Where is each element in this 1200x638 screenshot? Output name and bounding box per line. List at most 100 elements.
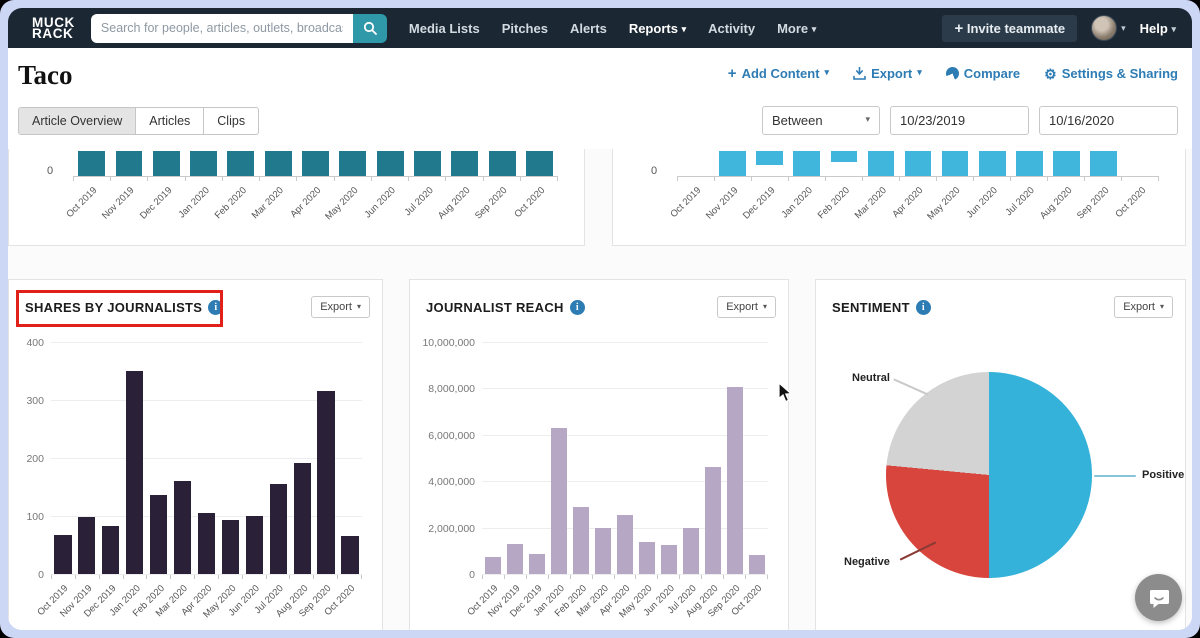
- nav-item-reports-label: Reports: [629, 21, 678, 36]
- card-export-label: Export: [726, 301, 758, 313]
- chevron-down-icon: ▾: [865, 114, 870, 125]
- chevron-down-icon: ▾: [1160, 302, 1164, 311]
- bar: [831, 151, 858, 162]
- chevron-down-icon: ▾: [1171, 24, 1176, 34]
- compare-label: Compare: [964, 66, 1020, 81]
- dashboard-content: 0 Oct 2019Nov 2019Dec 2019Jan 2020Feb 20…: [8, 149, 1192, 630]
- global-search: [91, 14, 387, 43]
- user-menu[interactable]: ▾: [1091, 15, 1126, 41]
- end-date-input[interactable]: [1039, 106, 1178, 135]
- x-axis-labels: Oct 2019Nov 2019Dec 2019Jan 2020Feb 2020…: [677, 181, 1159, 239]
- card-export-button[interactable]: Export▾: [1114, 296, 1173, 318]
- clipped-chart-card-left: 0 Oct 2019Nov 2019Dec 2019Jan 2020Feb 20…: [8, 149, 585, 246]
- y-axis-label: 0: [651, 165, 657, 177]
- bar: [265, 151, 292, 176]
- bar: [78, 517, 95, 574]
- bar: [302, 151, 329, 176]
- bar: [317, 391, 334, 574]
- bar: [942, 151, 969, 176]
- bar: [198, 513, 215, 574]
- settings-sharing-button[interactable]: ⚙ Settings & Sharing: [1044, 66, 1178, 81]
- search-input[interactable]: [91, 14, 353, 43]
- clipped-bar-chart-right: 0 Oct 2019Nov 2019Dec 2019Jan 2020Feb 20…: [613, 151, 1185, 239]
- bar: [414, 151, 441, 176]
- pie-chart-icon: [944, 65, 961, 82]
- bar: [683, 528, 699, 574]
- logo-line-2: RACK: [32, 28, 75, 39]
- y-axis-label: 6,000,000: [428, 430, 475, 442]
- card-export-button[interactable]: Export ▾: [717, 296, 776, 318]
- add-content-button[interactable]: + Add Content ▾: [728, 66, 829, 81]
- bar: [270, 484, 287, 574]
- nav-item-alerts[interactable]: Alerts: [570, 21, 607, 36]
- bar-group: [482, 342, 768, 574]
- bar: [617, 515, 633, 574]
- tab-article-overview[interactable]: Article Overview: [18, 107, 136, 135]
- bar: [793, 151, 820, 176]
- info-icon[interactable]: i: [916, 300, 931, 315]
- bar: [485, 557, 501, 574]
- bar: [78, 151, 105, 176]
- nav-right-group: + Invite teammate ▾ Help ▾: [942, 15, 1176, 42]
- tab-clips[interactable]: Clips: [204, 107, 259, 135]
- top-nav-bar: MUCK RACK Media Lists Pitches Alerts Rep…: [8, 8, 1192, 48]
- y-axis-label: 400: [26, 337, 44, 349]
- bar: [150, 495, 167, 574]
- main-chart-row: SHARES BY JOURNALISTS i Export▾ 40030020…: [8, 279, 1186, 630]
- sentiment-card: SENTIMENT i Export▾ Neutral Positive Neg…: [815, 279, 1186, 630]
- bar: [639, 542, 655, 574]
- nav-item-more[interactable]: More ▾: [777, 21, 816, 36]
- search-button[interactable]: [353, 14, 387, 43]
- clipped-chart-card-right: 0 Oct 2019Nov 2019Dec 2019Jan 2020Feb 20…: [612, 149, 1186, 246]
- download-icon: [853, 67, 866, 80]
- pie-label-negative: Negative: [844, 556, 890, 568]
- sentiment-pie-chart: [886, 372, 1092, 578]
- nav-item-activity[interactable]: Activity: [708, 21, 755, 36]
- y-axis-label: 200: [26, 453, 44, 465]
- bar-group: [677, 151, 1159, 176]
- bar: [507, 544, 523, 574]
- nav-item-pitches[interactable]: Pitches: [502, 21, 548, 36]
- bar: [529, 554, 545, 574]
- help-menu[interactable]: Help ▾: [1140, 21, 1176, 36]
- export-button[interactable]: Export ▾: [853, 66, 922, 81]
- nav-item-media-lists[interactable]: Media Lists: [409, 21, 480, 36]
- invite-teammate-button[interactable]: + Invite teammate: [942, 15, 1077, 42]
- bar: [222, 520, 239, 574]
- muckrack-logo[interactable]: MUCK RACK: [32, 17, 75, 39]
- page-title: Taco: [18, 60, 73, 90]
- top-chart-row: 0 Oct 2019Nov 2019Dec 2019Jan 2020Feb 20…: [8, 149, 1186, 246]
- bar: [294, 463, 311, 574]
- page-header: Taco + Add Content ▾ Export ▾ Compare ⚙ …: [8, 48, 1192, 149]
- bar: [868, 151, 895, 176]
- x-axis-labels: Oct 2019Nov 2019Dec 2019Jan 2020Feb 2020…: [482, 579, 768, 630]
- nav-item-reports[interactable]: Reports ▾: [629, 21, 686, 36]
- compare-button[interactable]: Compare: [946, 66, 1020, 81]
- bar: [116, 151, 143, 176]
- y-axis-label: 0: [38, 569, 44, 581]
- bar: [341, 536, 358, 574]
- bar: [54, 535, 71, 574]
- bar: [905, 151, 932, 176]
- card-export-button[interactable]: Export▾: [311, 296, 370, 318]
- bar: [573, 507, 589, 574]
- bar: [1016, 151, 1043, 176]
- chevron-down-icon: ▾: [763, 302, 767, 311]
- x-axis-labels: Oct 2019Nov 2019Dec 2019Jan 2020Feb 2020…: [73, 181, 558, 239]
- bar-group: [73, 151, 558, 176]
- plus-icon: +: [954, 20, 963, 37]
- date-range-controls: Between▾: [762, 106, 1178, 135]
- info-icon[interactable]: i: [570, 300, 585, 315]
- bar-group: [51, 342, 362, 574]
- tab-articles[interactable]: Articles: [136, 107, 204, 135]
- journalist-reach-card: JOURNALIST REACH i Export▾ 10,000,0008,0…: [409, 279, 789, 630]
- start-date-input[interactable]: [890, 106, 1029, 135]
- chat-widget-button[interactable]: [1135, 574, 1182, 621]
- card-header: SHARES BY JOURNALISTS i Export▾: [9, 280, 382, 328]
- bar: [246, 516, 263, 574]
- export-label: Export: [871, 66, 912, 81]
- header-actions: + Add Content ▾ Export ▾ Compare ⚙ Setti…: [728, 60, 1178, 81]
- info-icon[interactable]: i: [208, 300, 223, 315]
- bar: [126, 371, 143, 574]
- date-operator-select[interactable]: Between▾: [762, 106, 880, 135]
